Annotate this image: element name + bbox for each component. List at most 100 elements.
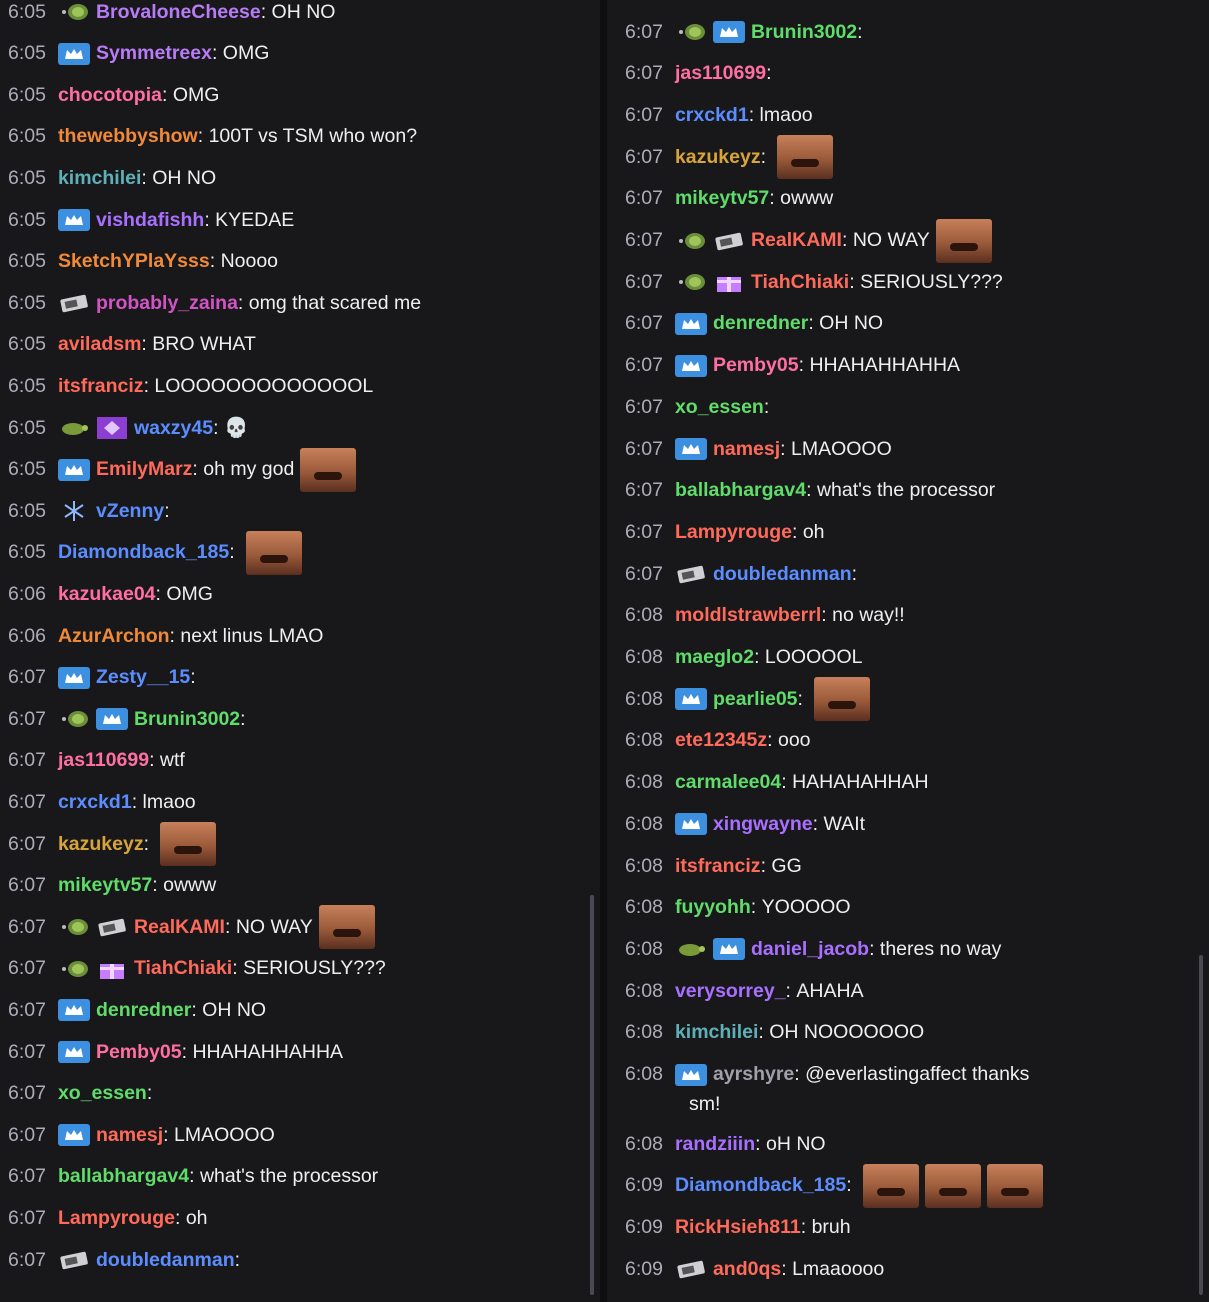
chat-username[interactable]: namesj [96, 1124, 163, 1147]
chat-scrollbar[interactable] [590, 895, 594, 1295]
crown-icon[interactable] [57, 42, 90, 65]
dot-icon[interactable] [675, 230, 707, 252]
chat-username[interactable]: denredner [96, 999, 191, 1022]
chat-username[interactable]: vZenny [96, 500, 164, 523]
chat-username[interactable]: TiahChiaki [134, 957, 232, 980]
chat-username[interactable]: jas110699 [675, 62, 766, 85]
chat-username[interactable]: Diamondback_185 [58, 541, 229, 564]
chat-username[interactable]: Symmetreex [96, 42, 212, 65]
chat-username[interactable]: BrovaloneCheese [96, 1, 261, 24]
gpu-icon[interactable] [675, 563, 707, 585]
chat-username[interactable]: Brunin3002 [751, 21, 857, 44]
chat-username[interactable]: carmalee04 [675, 771, 781, 794]
chat-username[interactable]: vishdafishh [96, 209, 204, 232]
turtle-icon[interactable] [675, 938, 707, 960]
chat-username[interactable]: mikeytv57 [675, 187, 769, 210]
gpu-icon[interactable] [675, 1258, 707, 1280]
chat-username[interactable]: ballabhargav4 [58, 1165, 189, 1188]
dot-icon[interactable] [58, 708, 90, 730]
chat-username[interactable]: ete12345z [675, 729, 767, 752]
gpu-icon[interactable] [58, 292, 90, 314]
crown-icon[interactable] [57, 999, 90, 1022]
chat-username[interactable]: mikeytv57 [58, 874, 152, 897]
chat-username[interactable]: moldlstrawberrl [675, 604, 821, 627]
dot-icon[interactable] [58, 1, 90, 23]
turtle-icon[interactable] [58, 417, 90, 439]
crown-icon[interactable] [57, 1041, 90, 1063]
chat-username[interactable]: kimchilei [675, 1021, 758, 1044]
crown-icon[interactable] [57, 1124, 90, 1147]
emote-image[interactable] [935, 218, 992, 263]
chat-username[interactable]: Pemby05 [96, 1041, 182, 1064]
chat-username[interactable]: Zesty__15 [96, 666, 190, 689]
emote-image[interactable] [863, 1163, 920, 1208]
crown-icon[interactable] [674, 354, 707, 377]
dot-icon[interactable] [58, 916, 90, 938]
chat-username[interactable]: Lampyrouge [58, 1207, 175, 1230]
chat-username[interactable]: Pemby05 [713, 354, 799, 377]
chat-username[interactable]: doubledanman [713, 563, 852, 586]
chat-username[interactable]: xo_essen [58, 1082, 147, 1105]
chat-username[interactable]: SketchYPlaYsss [58, 250, 210, 273]
chat-username[interactable]: EmilyMarz [96, 458, 192, 481]
crown-icon[interactable] [57, 666, 90, 689]
chat-username[interactable]: itsfranciz [675, 855, 761, 878]
emote-image[interactable] [987, 1163, 1044, 1208]
chat-username[interactable]: crxckd1 [675, 104, 749, 127]
chat-username[interactable]: Lampyrouge [675, 521, 792, 544]
emote-image[interactable] [246, 530, 303, 575]
dot-icon[interactable] [58, 958, 90, 980]
chat-username[interactable]: maeglo2 [675, 646, 754, 669]
crown-icon[interactable] [674, 813, 707, 836]
chat-username[interactable]: ayrshyre [713, 1063, 794, 1086]
emote-image[interactable] [160, 822, 217, 866]
chat-username[interactable]: thewebbyshow [58, 125, 198, 148]
chat-username[interactable]: TiahChiaki [751, 271, 849, 294]
dot-icon[interactable] [675, 271, 707, 293]
crown-icon[interactable] [674, 438, 707, 460]
chat-username[interactable]: pearlie05 [713, 688, 798, 711]
chat-username[interactable]: kazukeyz [58, 833, 144, 856]
chat-username[interactable]: verysorrey_ [675, 980, 786, 1003]
crown-icon[interactable] [712, 938, 745, 961]
chat-username[interactable]: crxckd1 [58, 791, 132, 814]
crown-icon[interactable] [674, 1063, 707, 1086]
crown-icon[interactable] [674, 688, 707, 711]
gpu-icon[interactable] [713, 230, 745, 252]
chat-username[interactable]: kazukeyz [675, 146, 761, 169]
chat-username[interactable]: aviladsm [58, 333, 141, 356]
chat-username[interactable]: RealKAMI [751, 229, 842, 252]
chat-username[interactable]: AzurArchon [58, 625, 170, 648]
chat-username[interactable]: jas110699 [58, 749, 149, 772]
chat-username[interactable]: namesj [713, 438, 780, 461]
chat-username[interactable]: kazukae04 [58, 583, 156, 606]
snowflake-icon[interactable] [58, 500, 90, 522]
chat-scrollbar[interactable] [1199, 955, 1203, 1295]
dot-icon[interactable] [675, 21, 707, 43]
emote-image[interactable] [814, 677, 871, 722]
chat-username[interactable]: probably_zaina [96, 292, 238, 315]
chat-username[interactable]: doubledanman [96, 1249, 235, 1272]
crown-icon[interactable] [674, 312, 707, 335]
chat-username[interactable]: itsfranciz [58, 375, 144, 398]
chat-username[interactable]: Brunin3002 [134, 708, 240, 731]
chat-username[interactable]: daniel_jacob [751, 938, 869, 961]
chat-username[interactable]: denredner [713, 312, 808, 335]
crown-icon[interactable] [57, 209, 90, 231]
gpu-icon[interactable] [58, 1249, 90, 1271]
chat-username[interactable]: chocotopia [58, 84, 162, 107]
crown-icon[interactable] [95, 708, 128, 731]
crown-icon[interactable] [57, 458, 90, 481]
chat-username[interactable]: ballabhargav4 [675, 479, 806, 502]
chat-username[interactable]: and0qs [713, 1258, 781, 1281]
chat-username[interactable]: Diamondback_185 [675, 1174, 846, 1197]
chat-username[interactable]: xingwayne [713, 813, 813, 836]
diamond-icon[interactable] [96, 417, 128, 439]
emote-image[interactable] [777, 135, 834, 180]
chat-username[interactable]: fuyyohh [675, 896, 751, 919]
gpu-icon[interactable] [96, 916, 128, 938]
chat-username[interactable]: randziiin [675, 1133, 755, 1156]
chat-username[interactable]: waxzy45 [134, 417, 213, 440]
gift-icon[interactable] [96, 958, 128, 980]
gift-icon[interactable] [713, 271, 745, 293]
